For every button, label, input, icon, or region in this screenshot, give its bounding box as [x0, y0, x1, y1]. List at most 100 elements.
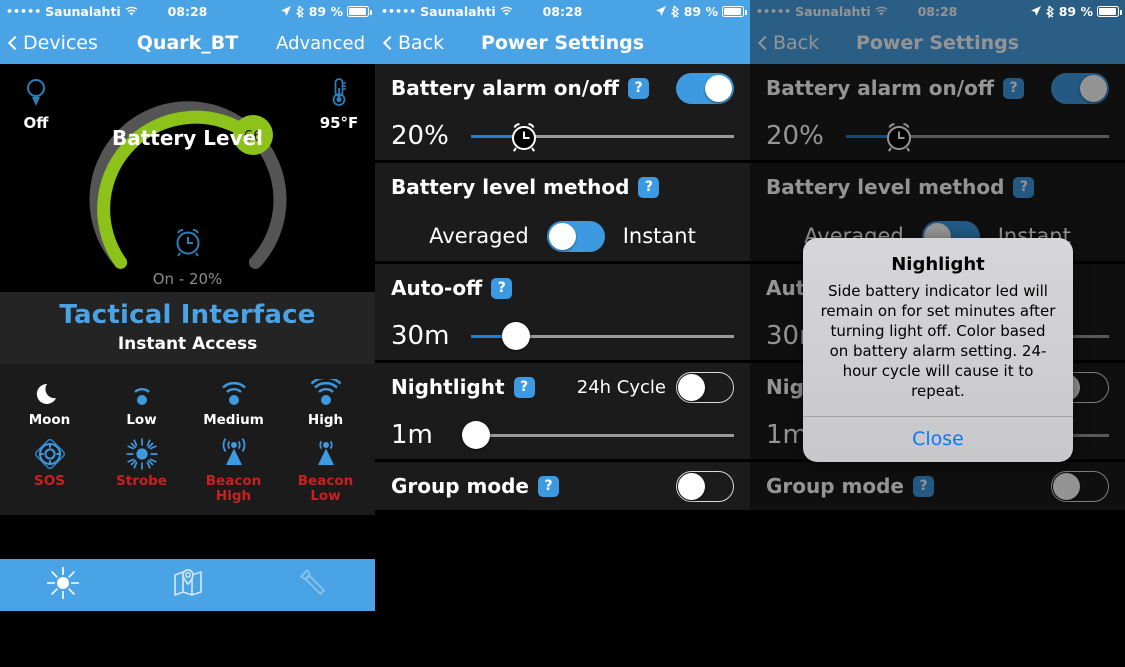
mode-button-beacon-high[interactable]: Beacon High — [199, 437, 269, 505]
setting-title: Group mode — [391, 474, 529, 498]
mode-button-strobe[interactable]: Strobe — [107, 437, 177, 505]
chevron-left-icon — [7, 35, 23, 51]
tactical-subtitle: Instant Access — [117, 334, 258, 354]
status-bar: ••••• Saunalahti 08:28 89 % — [375, 0, 750, 22]
slider-thumb-alarm-clock[interactable] — [507, 119, 541, 153]
brightness-mode-row: Moon Low Medium High — [0, 374, 375, 435]
battery-percent-label: 89 % — [1058, 3, 1093, 19]
dialog-close-button[interactable]: Close — [803, 417, 1073, 462]
gauge-title-label: Battery Level — [111, 126, 264, 150]
navigation-bar: Devices Quark_BT Advanced — [0, 22, 375, 64]
temperature-indicator: 95°F — [309, 76, 369, 132]
auto-off-slider[interactable] — [471, 321, 734, 351]
mode-label: High — [307, 412, 344, 428]
dialog-body: Nighlight Side battery indicator led wil… — [803, 238, 1073, 416]
map-icon — [173, 569, 202, 596]
help-icon[interactable]: ? — [491, 277, 513, 299]
battery-percent-label: 89 % — [308, 3, 343, 19]
mode-button-moon[interactable]: Moon — [15, 376, 85, 429]
location-arrow-icon — [1030, 6, 1041, 16]
battery-gauge-panel: Off 95°F 66 Battery Level On - 20% — [0, 64, 375, 292]
mode-label: Moon — [28, 412, 71, 428]
mode-button-medium[interactable]: Medium — [199, 376, 269, 429]
tab-map[interactable] — [171, 566, 205, 604]
back-button[interactable]: Back — [382, 32, 444, 54]
bluetooth-icon — [670, 5, 679, 18]
setting-row-nightlight: Nightlight ? 24h Cycle 1m — [375, 363, 750, 459]
advanced-button[interactable]: Advanced — [276, 33, 365, 54]
tab-flashlight[interactable] — [296, 566, 330, 604]
lifebuoy-icon — [15, 437, 85, 471]
signal-1-icon — [107, 376, 177, 410]
mode-button-high[interactable]: High — [291, 376, 361, 429]
battery-alarm-toggle[interactable] — [676, 72, 734, 104]
setting-title: Nightlight — [391, 375, 505, 399]
screen-device-home: ••••• Saunalahti 08:28 89 % Devices Quar… — [0, 0, 375, 667]
battery-alarm-slider-line: 20% — [391, 112, 734, 160]
three-screenshot-strip: ••••• Saunalahti 08:28 89 % Devices Quar… — [0, 0, 1125, 667]
signal-3-icon — [291, 376, 361, 410]
thermometer-icon — [332, 78, 346, 106]
mode-label: Low — [126, 412, 157, 428]
mode-label: Beacon Low — [297, 472, 354, 505]
status-bar: ••••• Saunalahti 08:28 89 % — [0, 0, 375, 22]
nightlight-help-dialog: Nighlight Side battery indicator led wil… — [803, 238, 1073, 462]
help-icon[interactable]: ? — [628, 77, 650, 99]
screen-power-settings-with-dialog: ••••• Saunalahti 08:28 89 % Back Power S… — [750, 0, 1125, 667]
mode-button-sos[interactable]: SOS — [15, 437, 85, 505]
nightlight-slider[interactable] — [462, 420, 734, 450]
light-status-indicator: Off — [6, 76, 66, 132]
screen-power-settings: ••••• Saunalahti 08:28 89 % Back Power S… — [375, 0, 750, 667]
alarm-clock-icon — [511, 123, 536, 152]
mode-label: SOS — [34, 472, 65, 489]
bulb-icon — [27, 79, 45, 106]
back-button-devices[interactable]: Devices — [7, 32, 98, 54]
battery-level-method-toggle[interactable] — [546, 220, 605, 252]
setting-title: Battery alarm on/off — [391, 76, 620, 100]
moon-icon — [15, 376, 85, 410]
back-button-label: Devices — [23, 32, 98, 54]
slider-value: 1m — [391, 420, 433, 450]
bottom-tab-bar — [0, 559, 375, 611]
alarm-clock-icon — [176, 229, 199, 257]
setting-row-group-mode: Group mode ? — [375, 462, 750, 510]
tab-brightness[interactable] — [46, 566, 80, 604]
slider-thumb[interactable] — [462, 421, 491, 449]
setting-row-auto-off: Auto-off ? 30m — [375, 264, 750, 360]
tactical-interface-header: Tactical Interface Instant Access — [0, 292, 375, 364]
settings-list: Battery alarm on/off ? 20% Battery level… — [375, 64, 750, 510]
mode-button-beacon-low[interactable]: Beacon Low — [291, 437, 361, 505]
slider-value: 30m — [391, 321, 450, 351]
mode-button-low[interactable]: Low — [107, 376, 177, 429]
signal-2-icon — [199, 376, 269, 410]
setting-row-battery-alarm: Battery alarm on/off ? 20% — [375, 64, 750, 160]
row-header: Battery level method ? — [391, 163, 734, 211]
group-mode-toggle[interactable] — [676, 470, 734, 502]
segment-label-averaged[interactable]: Averaged — [429, 224, 529, 248]
signal-mode-row: SOS Strobe Beacon High Beacon Low — [0, 435, 375, 511]
dialog-message: Side battery indicator led will remain o… — [820, 282, 1056, 400]
setting-title: Battery level method — [391, 175, 630, 199]
help-icon[interactable]: ? — [538, 475, 559, 497]
brightness-sun-icon — [46, 567, 79, 599]
slider-thumb[interactable] — [501, 322, 530, 350]
gauge-alarm-label: On - 20% — [152, 270, 223, 288]
help-icon[interactable]: ? — [638, 176, 660, 198]
tactical-title: Tactical Interface — [59, 300, 316, 330]
battery-alarm-slider[interactable] — [471, 119, 734, 153]
location-arrow-icon — [655, 6, 666, 16]
status-bar-right: 89 % — [1030, 3, 1122, 19]
slider-value: 20% — [391, 121, 449, 151]
row-header: Group mode ? — [391, 462, 734, 510]
segment-label-instant[interactable]: Instant — [623, 224, 696, 248]
row-header: Nightlight ? 24h Cycle — [391, 363, 734, 411]
beacon-high-icon — [199, 437, 269, 471]
nightlight-slider-line: 1m — [391, 411, 734, 459]
setting-row-battery-level-method: Battery level method ? Averaged Instant — [375, 163, 750, 261]
strobe-icon — [107, 437, 177, 471]
mode-label: Beacon High — [205, 472, 262, 505]
row-right — [676, 72, 734, 104]
cycle-24h-toggle[interactable] — [676, 371, 734, 403]
flashlight-icon — [299, 569, 325, 595]
help-icon[interactable]: ? — [513, 376, 535, 398]
